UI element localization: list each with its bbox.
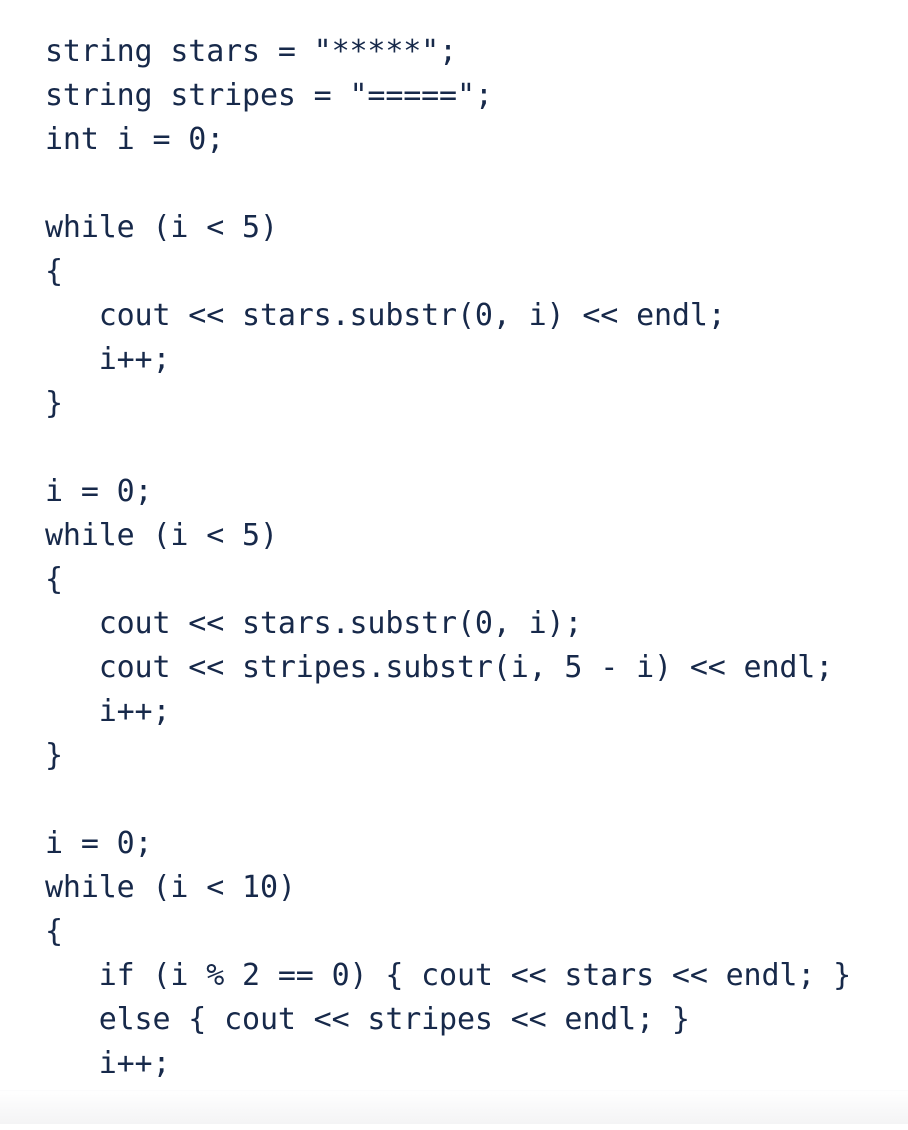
code-line: while (i < 5) [45,518,278,553]
code-line: string stripes = "====="; [45,78,493,113]
code-snippet-page: string stars = "*****"; string stripes = … [0,0,908,1125]
bottom-bar-edge [0,1090,908,1091]
code-line: string stars = "*****"; [45,34,457,69]
code-line: i = 0; [45,474,153,509]
code-line: i++; [45,694,171,729]
code-line: { [45,914,63,949]
code-block[interactable]: string stars = "*****"; string stripes = … [0,0,908,1130]
code-line: cout << stripes.substr(i, 5 - i) << endl… [45,650,834,685]
code-line: cout << stars.substr(0, i); [45,606,583,641]
code-line: cout << stars.substr(0, i) << endl; [45,298,726,333]
code-line: { [45,254,63,289]
code-line: { [45,562,63,597]
code-line: while (i < 10) [45,870,296,905]
code-line: } [45,738,63,773]
code-line: while (i < 5) [45,210,278,245]
code-line: else { cout << stripes << endl; } [45,1002,690,1037]
code-line: int i = 0; [45,122,225,157]
code-line: i++; [45,1046,171,1081]
code-line: if (i % 2 == 0) { cout << stars << endl;… [45,958,852,993]
code-line: } [45,386,63,421]
code-line: i = 0; [45,826,153,861]
code-line: i++; [45,342,171,377]
bottom-scroll-bar[interactable] [0,1090,908,1124]
